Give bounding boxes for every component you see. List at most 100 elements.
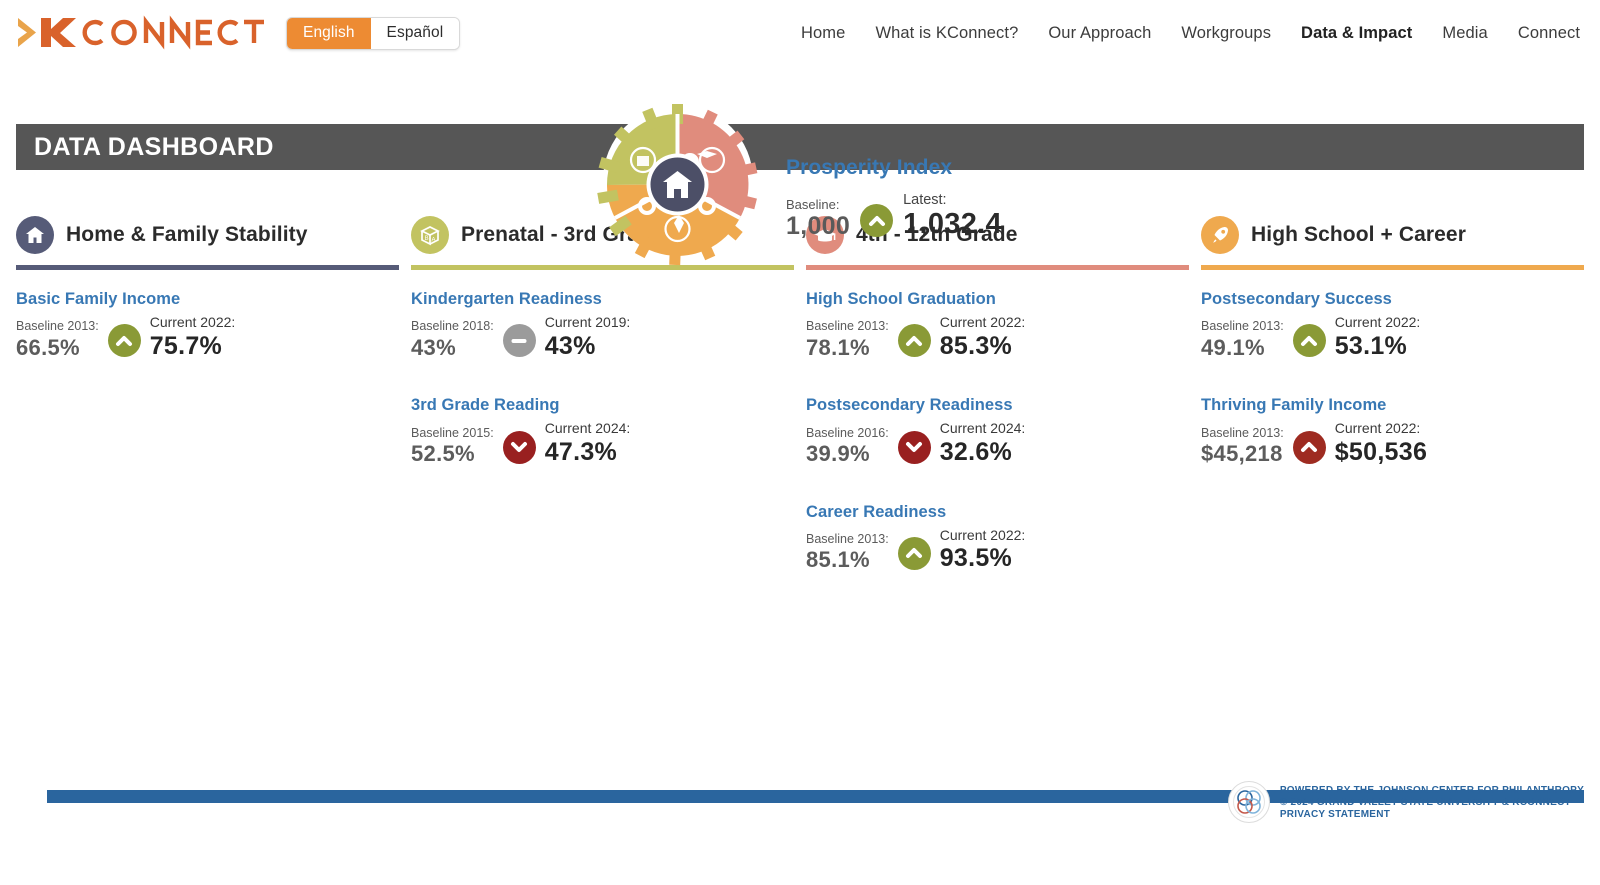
- metric-baseline: Baseline 2013:$45,218: [1201, 426, 1284, 467]
- metric-title-link[interactable]: High School Graduation: [806, 290, 1189, 309]
- metric-baseline: Baseline 2013:78.1%: [806, 319, 889, 360]
- metric-current-value: 75.7%: [150, 332, 236, 361]
- category-column-4th-12th-grade: 4th - 12th GradeHigh School GraduationBa…: [806, 216, 1189, 609]
- category-title: Home & Family Stability: [66, 223, 308, 247]
- prosperity-index-title[interactable]: Prosperity Index: [786, 156, 1002, 180]
- metric-trend: [99, 324, 150, 360]
- metric-card: Basic Family Income Baseline 2013:66.5% Cu…: [16, 290, 399, 360]
- chevron-up-icon: [108, 324, 141, 357]
- metric-baseline-value: 66.5%: [16, 335, 99, 360]
- nav-item-home[interactable]: Home: [801, 24, 845, 43]
- svg-text:A: A: [431, 237, 436, 244]
- language-option-spanish[interactable]: Español: [371, 18, 460, 49]
- metric-card: Postsecondary Readiness Baseline 2016:39.…: [806, 396, 1189, 466]
- footer-copyright: © 2024 GRAND VALLEY STATE UNIVERSITY & K…: [1280, 797, 1584, 808]
- nav-item-data-and-impact[interactable]: Data & Impact: [1301, 24, 1412, 43]
- metric-current-label: Current 2022:: [940, 527, 1026, 545]
- prosperity-index-panel: Prosperity Index Baseline: 1,000 Latest:…: [595, 102, 1002, 267]
- metric-baseline: Baseline 2018:43%: [411, 319, 494, 360]
- category-column-home-family-stability: Home & Family Stability Basic Family Inco…: [16, 216, 399, 609]
- footer-attribution: POWERED BY THE JOHNSON CENTER FOR PHILAN…: [1228, 781, 1584, 823]
- metric-baseline-label: Baseline 2013:: [1201, 426, 1284, 442]
- nav-item-workgroups[interactable]: Workgroups: [1181, 24, 1271, 43]
- metric-baseline-value: 39.9%: [806, 441, 889, 466]
- chevron-up-icon: [1293, 324, 1326, 357]
- metric-baseline-value: 85.1%: [806, 547, 889, 572]
- category-title: High School + Career: [1251, 223, 1466, 247]
- nav-item-connect[interactable]: Connect: [1518, 24, 1580, 43]
- prosperity-baseline: Baseline: 1,000: [786, 197, 850, 240]
- metric-current-label: Current 2022:: [150, 314, 236, 332]
- metric-title-link[interactable]: Postsecondary Readiness: [806, 396, 1189, 415]
- metric-current-label: Current 2024:: [940, 420, 1026, 438]
- category-header-home-family-stability[interactable]: Home & Family Stability: [16, 216, 399, 265]
- metric-trend: [1284, 324, 1335, 360]
- metric-current-value: 32.6%: [940, 438, 1026, 467]
- chevron-down-icon: [898, 431, 931, 464]
- home-icon: [16, 216, 54, 254]
- language-option-english[interactable]: English: [287, 18, 371, 49]
- metric-baseline-label: Baseline 2013:: [16, 319, 99, 335]
- metric-baseline: Baseline 2016:39.9%: [806, 426, 889, 467]
- metric-current: Current 2022:$50,536: [1335, 420, 1427, 466]
- metric-current-label: Current 2022:: [940, 314, 1026, 332]
- category-column-prenatal-3rd-grade: BAPrenatal - 3rd GradeKindergarten Readi…: [411, 216, 794, 609]
- metric-card: High School Graduation Baseline 2013:78.1…: [806, 290, 1189, 360]
- nav-item-our-approach[interactable]: Our Approach: [1048, 24, 1151, 43]
- metric-title-link[interactable]: Postsecondary Success: [1201, 290, 1584, 309]
- prosperity-index-content: Prosperity Index Baseline: 1,000 Latest:…: [786, 102, 1002, 240]
- metric-current-value: 85.3%: [940, 332, 1026, 361]
- metric-current: Current 2019:43%: [545, 314, 631, 360]
- metric-baseline-label: Baseline 2013:: [806, 532, 889, 548]
- metric-title-link[interactable]: Career Readiness: [806, 503, 1189, 522]
- prosperity-latest-label: Latest:: [903, 192, 1002, 208]
- metric-trend: [889, 324, 940, 360]
- metric-current-label: Current 2022:: [1335, 314, 1421, 332]
- metric-baseline: Baseline 2015:52.5%: [411, 426, 494, 467]
- metric-baseline-value: $45,218: [1201, 441, 1284, 466]
- metric-current: Current 2022:75.7%: [150, 314, 236, 360]
- site-header: English Español Home What is KConnect? O…: [0, 0, 1600, 66]
- rocket-icon: [1201, 216, 1239, 254]
- metric-current-value: 43%: [545, 332, 631, 361]
- prosperity-baseline-value: 1,000: [786, 212, 850, 240]
- metric-title-link[interactable]: Basic Family Income: [16, 290, 399, 309]
- metric-card: Kindergarten Readiness Baseline 2018:43% C…: [411, 290, 794, 360]
- metric-title-link[interactable]: Kindergarten Readiness: [411, 290, 794, 309]
- metric-current: Current 2024:47.3%: [545, 420, 631, 466]
- metric-title-link[interactable]: Thriving Family Income: [1201, 396, 1584, 415]
- metric-baseline-value: 43%: [411, 335, 494, 360]
- category-column-high-school-career: High School + Career Postsecondary Succes…: [1201, 216, 1584, 609]
- metric-values: Baseline 2013:78.1% Current 2022:85.3%: [806, 314, 1189, 360]
- metric-values: Baseline 2015:52.5% Current 2024:47.3%: [411, 420, 794, 466]
- alphabet-block-icon: BA: [411, 216, 449, 254]
- main-navigation: Home What is KConnect? Our Approach Work…: [801, 24, 1584, 43]
- metric-baseline-value: 49.1%: [1201, 335, 1284, 360]
- metric-title-link[interactable]: 3rd Grade Reading: [411, 396, 794, 415]
- dashboard-grid: Home & Family Stability Basic Family Inco…: [0, 216, 1600, 609]
- metric-card: 3rd Grade Reading Baseline 2015:52.5% Curr…: [411, 396, 794, 466]
- metric-card: Career Readiness Baseline 2013:85.1% Curre…: [806, 503, 1189, 573]
- dashboard-banner-region: DATA DASHBOARD: [0, 124, 1600, 170]
- footer-powered-by: POWERED BY THE JOHNSON CENTER FOR PHILAN…: [1280, 785, 1584, 796]
- kconnect-logo[interactable]: [16, 13, 268, 53]
- metric-baseline: Baseline 2013:49.1%: [1201, 319, 1284, 360]
- chevron-up-icon: [860, 204, 893, 237]
- metric-values: Baseline 2013:66.5% Current 2022:75.7%: [16, 314, 399, 360]
- page-title: DATA DASHBOARD: [34, 133, 274, 162]
- language-toggle[interactable]: English Español: [286, 17, 460, 50]
- minus-icon: [503, 324, 536, 357]
- metric-current: Current 2022:53.1%: [1335, 314, 1421, 360]
- metric-list: High School Graduation Baseline 2013:78.1…: [806, 270, 1189, 573]
- metric-trend: [889, 431, 940, 467]
- metric-current: Current 2024:32.6%: [940, 420, 1026, 466]
- metric-list: Basic Family Income Baseline 2013:66.5% Cu…: [16, 270, 399, 360]
- svg-text:B: B: [425, 236, 429, 242]
- nav-item-media[interactable]: Media: [1442, 24, 1487, 43]
- category-header-high-school-career[interactable]: High School + Career: [1201, 216, 1584, 265]
- johnson-center-rings-icon: [1228, 781, 1270, 823]
- metric-baseline: Baseline 2013:85.1%: [806, 532, 889, 573]
- metric-current-value: $50,536: [1335, 438, 1427, 467]
- nav-item-what-is-kconnect[interactable]: What is KConnect?: [875, 24, 1018, 43]
- footer-privacy-statement-link[interactable]: PRIVACY STATEMENT: [1280, 809, 1584, 820]
